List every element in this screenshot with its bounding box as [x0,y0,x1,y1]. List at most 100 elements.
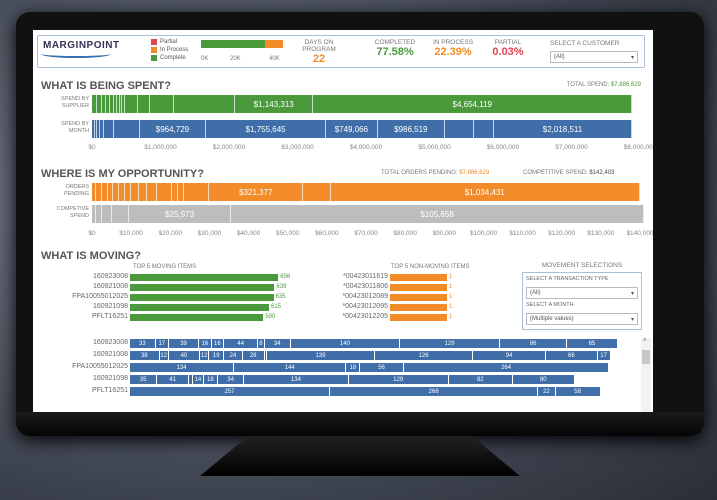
stacked-segment[interactable]: 17 [155,339,169,348]
stacked-segment[interactable]: 35 [130,375,158,384]
stacked-segment[interactable]: 44 [224,339,259,348]
bar-segment[interactable] [146,183,157,201]
stacked-segment[interactable]: 40 [168,351,200,360]
stacked-segment[interactable]: 82 [448,375,513,384]
stacked-segment[interactable]: 80 [512,375,575,384]
axis-tick-label: $10,000 [119,230,143,237]
moving-bar[interactable] [130,314,264,321]
bar-segment[interactable]: $4,654,119 [313,95,633,113]
stacked-segment[interactable]: 134 [130,363,235,372]
stacked-segment[interactable]: 28 [242,351,265,360]
bar-segment[interactable]: $105,658 [230,205,645,223]
stacked-segment[interactable]: 41 [157,375,190,384]
month-select[interactable]: (Multiple values) ▾ [526,313,638,325]
stacked-segment[interactable]: 34 [217,375,245,384]
stacked-segment[interactable]: 16 [199,339,212,348]
item-label: 160921098 [92,303,128,310]
scroll-up-icon[interactable]: ˄ [643,338,647,344]
bar-segment[interactable] [113,120,140,138]
non-moving-bar[interactable] [390,294,447,301]
stacked-segment[interactable]: 264 [403,363,610,372]
bar-segment[interactable] [111,205,130,223]
bar-segment[interactable]: $964,729 [139,120,206,138]
stacked-segment[interactable]: 268 [329,387,539,396]
stacked-segment[interactable]: 22 [538,387,556,396]
stacked-segment[interactable]: 16 [211,339,225,348]
bar-segment[interactable]: $25,973 [129,205,231,223]
moving-bar[interactable] [130,274,279,281]
stacked-segment[interactable]: 86 [500,339,568,348]
total-orders-pending: TOTAL ORDERS PENDING: $7,886,629 [381,170,489,176]
customer-select[interactable]: (All) ▾ [550,51,638,63]
bar-segment[interactable] [101,205,112,223]
comp-value: $142,403 [589,170,615,176]
scrollbar-thumb[interactable] [642,350,650,364]
non-moving-bar[interactable] [390,274,447,281]
bar-segment[interactable]: $2,018,511 [493,120,633,138]
progress-tick: 40K [269,56,280,62]
item-label: *00423012089 [342,293,388,300]
stacked-segment[interactable]: 14 [192,375,204,384]
stacked-segment[interactable]: 18 [203,375,218,384]
bar-segment[interactable]: $1,143,313 [235,95,314,113]
bar-segment[interactable] [303,183,331,201]
stacked-segment[interactable]: 56 [360,363,404,372]
bar-segment[interactable] [149,95,174,113]
dropdown-arrow-icon: ▾ [630,291,634,297]
bar-segment[interactable]: $986,519 [377,120,446,138]
non-moving-bar[interactable] [390,314,447,321]
stacked-segment[interactable]: 134 [244,375,349,384]
non-moving-bar[interactable] [390,304,447,311]
stacked-segment[interactable]: 144 [234,363,347,372]
moving-bar[interactable] [130,284,275,291]
bar-segment[interactable] [473,120,494,138]
stacked-segment[interactable]: 38 [130,351,160,360]
bar-segment[interactable] [103,120,114,138]
stacked-segment[interactable]: 17 [597,351,611,360]
stacked-segment[interactable]: 34 [264,339,291,348]
stacked-segment[interactable]: 58 [555,387,601,396]
stacked-segment[interactable]: 65 [567,339,618,348]
kpi-completed: COMPLETED 77.58% [368,39,422,58]
stacked-segment[interactable]: 129 [348,375,449,384]
bar-segment[interactable] [137,95,150,113]
bar-segment[interactable] [125,95,138,113]
stacked-segment[interactable]: 94 [473,351,547,360]
bar-segment[interactable] [156,183,173,201]
bar-segment[interactable] [138,183,147,201]
bar-segment[interactable] [183,183,210,201]
stacked-segment[interactable]: 129 [399,339,501,348]
stacked-segment[interactable]: 12 [159,351,169,360]
bar-segment[interactable] [173,95,236,113]
bar-segment[interactable] [445,120,474,138]
bar-segment[interactable]: $749,066 [326,120,378,138]
moving-value: 590 [265,314,276,320]
stacked-segment[interactable]: 66 [546,351,598,360]
bar-segment[interactable]: $321,377 [209,183,304,201]
spend-by-month-bar: $964,729 $1,755,645 $749,066 $986,519 $2,018… [92,120,633,138]
stacked-segment[interactable]: 126 [375,351,474,360]
bar-segment[interactable] [131,183,139,201]
item-label: *00423011619 [342,273,388,280]
stacked-segment[interactable]: 257 [130,387,330,396]
non-moving-bar[interactable] [390,284,447,291]
transaction-type-select[interactable]: (All) ▾ [526,287,638,299]
status-legend: Partial In Process Complete [151,38,188,62]
kpi-label: COMPLETED [374,39,416,46]
stacked-segment[interactable]: 19 [209,351,225,360]
moving-bar[interactable] [130,304,269,311]
non-moving-value: 1 [449,294,453,300]
stacked-segment[interactable]: 39 [168,339,200,348]
scrollbar[interactable]: ˄ [641,338,651,412]
stacked-segment[interactable]: 140 [290,339,400,348]
stacked-segment[interactable]: 33 [130,339,156,348]
stacked-segment[interactable]: 12 [200,351,210,360]
bar-segment[interactable]: $1,755,645 [205,120,327,138]
stacked-segment[interactable]: 139 [266,351,376,360]
bar-segment[interactable]: $1,034,431 [330,183,640,201]
moving-bar[interactable] [130,294,274,301]
moving-title: WHAT IS MOVING? [41,250,142,262]
stacked-segment[interactable]: 24 [224,351,243,360]
stacked-segment[interactable]: 18 [346,363,361,372]
select-value: (Multiple values) [530,316,574,322]
